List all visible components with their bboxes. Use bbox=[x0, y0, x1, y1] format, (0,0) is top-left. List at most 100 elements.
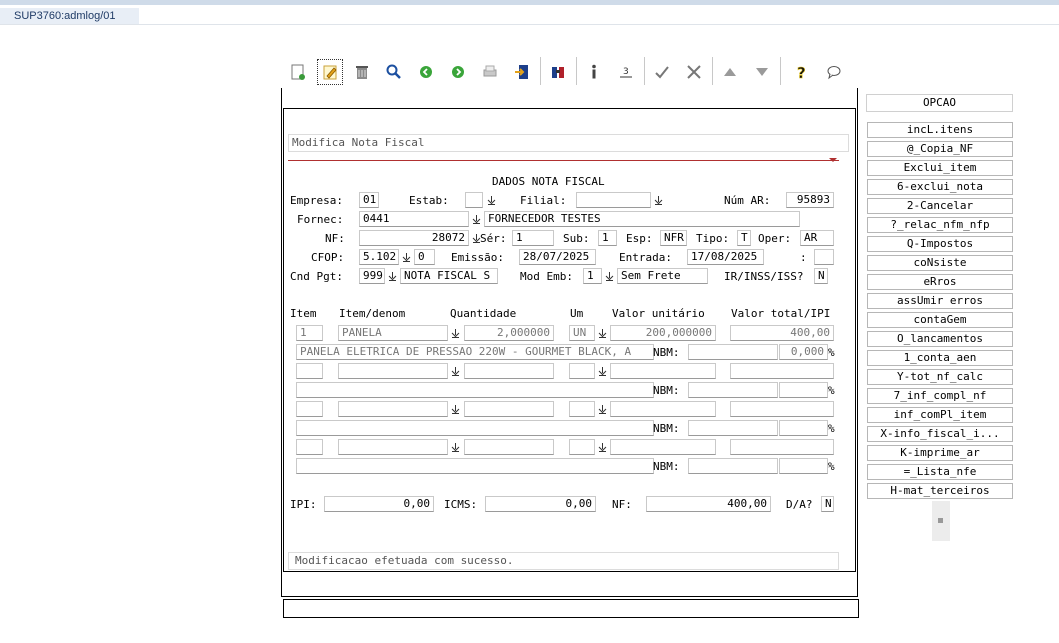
icms-total-field[interactable]: 0,00 bbox=[485, 496, 596, 512]
chat-icon[interactable] bbox=[821, 59, 847, 85]
entrada-field[interactable]: 17/08/2025 bbox=[687, 249, 764, 265]
tipo-field[interactable]: T bbox=[737, 230, 751, 246]
export-icon[interactable] bbox=[509, 59, 535, 85]
item-2-number[interactable] bbox=[296, 363, 323, 379]
option-button-7-inf-compl-nf[interactable]: 7_inf_compl_nf bbox=[867, 388, 1013, 404]
item-4-um-dropdown-icon[interactable] bbox=[596, 440, 608, 454]
sidebar-scrollbar[interactable] bbox=[932, 501, 950, 541]
num-ar-field[interactable]: 95893 bbox=[786, 192, 834, 208]
item-4-nbm-field[interactable] bbox=[688, 458, 778, 474]
option-button-lista-nfe[interactable]: =_Lista_nfe bbox=[867, 464, 1013, 480]
item-4-ipi-field[interactable] bbox=[779, 458, 828, 474]
item-3-valor-total[interactable] bbox=[730, 401, 834, 417]
item-4-um[interactable] bbox=[569, 439, 595, 455]
option-button-q-impostos[interactable]: Q-Impostos bbox=[867, 236, 1013, 252]
number-list-icon[interactable]: 3 bbox=[613, 59, 639, 85]
option-button-o-lancamentos[interactable]: O_lancamentos bbox=[867, 331, 1013, 347]
next-green-icon[interactable] bbox=[445, 59, 471, 85]
item-2-quantidade[interactable] bbox=[464, 363, 554, 379]
option-button-exclui-item[interactable]: Exclui_item bbox=[867, 160, 1013, 176]
ir-field[interactable]: N bbox=[814, 268, 828, 284]
item-2-nbm-field[interactable] bbox=[688, 382, 778, 398]
item-1-denom-dropdown-icon[interactable] bbox=[449, 326, 461, 340]
ser-field[interactable]: 1 bbox=[512, 230, 554, 246]
option-button-inf-compl-item[interactable]: inf_comPl_item bbox=[867, 407, 1013, 423]
item-1-um[interactable]: UN bbox=[569, 325, 595, 341]
sub-field[interactable]: 1 bbox=[598, 230, 617, 246]
new-document-icon[interactable] bbox=[285, 59, 311, 85]
print-icon[interactable] bbox=[477, 59, 503, 85]
nf-total-field[interactable]: 400,00 bbox=[646, 496, 771, 512]
item-1-valor-unitario[interactable]: 200,000000 bbox=[610, 325, 716, 341]
tools-icon[interactable] bbox=[681, 59, 707, 85]
item-2-um-dropdown-icon[interactable] bbox=[596, 364, 608, 378]
cnd-pgt-dropdown-icon[interactable] bbox=[386, 269, 398, 283]
option-button-incl-itens[interactable]: incL.itens bbox=[867, 122, 1013, 138]
item-1-valor-total[interactable]: 400,00 bbox=[730, 325, 834, 341]
esp-field[interactable]: NFR bbox=[660, 230, 687, 246]
binoculars-icon[interactable] bbox=[545, 59, 571, 85]
filial-dropdown-icon[interactable] bbox=[652, 193, 664, 207]
cnd-pgt-field[interactable]: 999 bbox=[359, 268, 385, 284]
extra-field[interactable] bbox=[814, 249, 834, 265]
item-2-ipi-field[interactable] bbox=[779, 382, 828, 398]
option-button-2-cancelar[interactable]: 2-Cancelar bbox=[867, 198, 1013, 214]
item-2-valor-total[interactable] bbox=[730, 363, 834, 379]
trash-icon[interactable] bbox=[349, 59, 375, 85]
item-3-ipi-field[interactable] bbox=[779, 420, 828, 436]
mod-emb-dropdown-icon[interactable] bbox=[603, 269, 615, 283]
program-tab[interactable]: SUP3760:admlog/01 bbox=[0, 8, 139, 24]
fornec-field[interactable]: 0441 bbox=[359, 211, 469, 227]
item-4-valor-total[interactable] bbox=[730, 439, 834, 455]
item-3-nbm-field[interactable] bbox=[688, 420, 778, 436]
option-button-k-imprime-ar[interactable]: K-imprime_ar bbox=[867, 445, 1013, 461]
option-button-x-info-fiscal-i[interactable]: X-info_fiscal_i... bbox=[867, 426, 1013, 442]
item-4-quantidade[interactable] bbox=[464, 439, 554, 455]
option-button-1-conta-aen[interactable]: 1_conta_aen bbox=[867, 350, 1013, 366]
oper-field[interactable]: AR bbox=[800, 230, 834, 246]
item-4-valor-unitario[interactable] bbox=[610, 439, 716, 455]
item-2-valor-unitario[interactable] bbox=[610, 363, 716, 379]
estab-field[interactable] bbox=[465, 192, 483, 208]
item-2-um[interactable] bbox=[569, 363, 595, 379]
emissao-field[interactable]: 28/07/2025 bbox=[519, 249, 596, 265]
help-icon[interactable]: ? bbox=[789, 59, 815, 85]
ipi-total-field[interactable]: 0,00 bbox=[324, 496, 434, 512]
item-3-um[interactable] bbox=[569, 401, 595, 417]
item-1-ipi-field[interactable]: 0,000 bbox=[779, 344, 828, 360]
filial-field[interactable] bbox=[576, 192, 651, 208]
item-2-denom-dropdown-icon[interactable] bbox=[449, 364, 461, 378]
option-button-consiste[interactable]: coNsiste bbox=[867, 255, 1013, 271]
search-icon[interactable] bbox=[381, 59, 407, 85]
item-3-number[interactable] bbox=[296, 401, 323, 417]
fornec-dropdown-icon[interactable] bbox=[470, 212, 482, 226]
edit-pencil-icon[interactable] bbox=[317, 59, 343, 85]
item-3-valor-unitario[interactable] bbox=[610, 401, 716, 417]
estab-dropdown-icon[interactable] bbox=[485, 193, 497, 207]
arrow-up-icon[interactable] bbox=[717, 59, 743, 85]
option-button-erros[interactable]: eRros bbox=[867, 274, 1013, 290]
item-1-um-dropdown-icon[interactable] bbox=[596, 326, 608, 340]
mod-emb-field[interactable]: 1 bbox=[583, 268, 602, 284]
option-button-copia-nf[interactable]: @_Copia_NF bbox=[867, 141, 1013, 157]
item-4-denom[interactable] bbox=[338, 439, 448, 455]
item-3-denom[interactable] bbox=[338, 401, 448, 417]
option-button-relac-nfm-nfp[interactable]: ?_relac_nfm_nfp bbox=[867, 217, 1013, 233]
option-button-h-mat-terceiros[interactable]: H-mat_terceiros bbox=[867, 483, 1013, 499]
option-button-contagem[interactable]: contaGem bbox=[867, 312, 1013, 328]
item-2-denom[interactable] bbox=[338, 363, 448, 379]
cfop-dropdown-icon[interactable] bbox=[400, 250, 412, 264]
item-3-quantidade[interactable] bbox=[464, 401, 554, 417]
item-1-number[interactable]: 1 bbox=[296, 325, 323, 341]
cfop-field[interactable]: 5.102 bbox=[359, 249, 399, 265]
empresa-field[interactable]: 01 bbox=[359, 192, 379, 208]
item-1-nbm-field[interactable] bbox=[688, 344, 778, 360]
check-icon[interactable] bbox=[649, 59, 675, 85]
option-button-y-tot-nf-calc[interactable]: Y-tot_nf_calc bbox=[867, 369, 1013, 385]
cfop-seq-field[interactable]: 0 bbox=[414, 249, 435, 265]
item-3-um-dropdown-icon[interactable] bbox=[596, 402, 608, 416]
arrow-down-icon[interactable] bbox=[749, 59, 775, 85]
item-1-denom[interactable]: PANELA bbox=[338, 325, 448, 341]
option-button-assumir-erros[interactable]: assUmir erros bbox=[867, 293, 1013, 309]
item-4-denom-dropdown-icon[interactable] bbox=[449, 440, 461, 454]
